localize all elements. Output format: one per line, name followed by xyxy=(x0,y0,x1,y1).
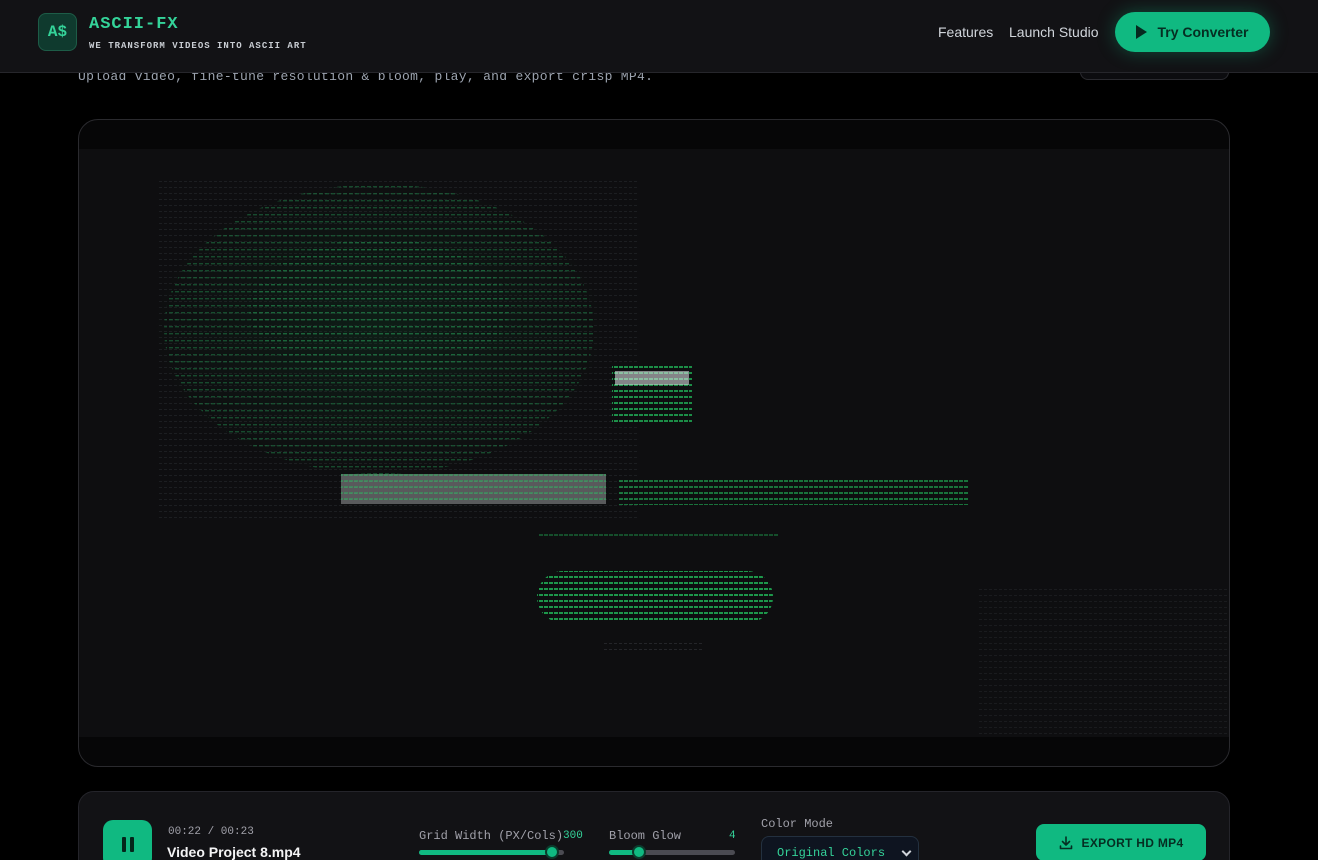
grid-width-label: Grid Width (PX/Cols) xyxy=(419,829,564,843)
color-mode-selected: Original Colors xyxy=(777,846,886,860)
export-mp4-label: EXPORT HD MP4 xyxy=(1081,835,1184,850)
brand-name[interactable]: ASCII-FX xyxy=(89,15,179,34)
video-filename: Video Project 8.mp4 xyxy=(167,844,301,860)
grid-width-value: 300 xyxy=(563,830,583,842)
grid-width-thumb[interactable] xyxy=(545,845,560,859)
ascii-render-layer xyxy=(149,179,1229,737)
color-mode-label: Color Mode xyxy=(761,817,834,831)
ascii-video-frame[interactable] xyxy=(79,149,1229,737)
download-icon xyxy=(1059,835,1072,849)
video-stage[interactable] xyxy=(78,119,1230,767)
logo-badge[interactable]: A$ xyxy=(38,13,77,51)
pause-button[interactable] xyxy=(103,820,152,860)
bloom-glow-value: 4 xyxy=(729,830,736,842)
bloom-glow-label: Bloom Glow xyxy=(609,829,682,843)
nav-link-features[interactable]: Features xyxy=(938,24,993,40)
try-converter-button[interactable]: Try Converter xyxy=(1115,12,1270,52)
export-mp4-button[interactable]: EXPORT HD MP4 xyxy=(1036,824,1206,860)
pause-icon xyxy=(121,836,126,852)
chevron-down-icon xyxy=(901,846,912,857)
top-header: A$ ASCII-FX WE TRANSFORM VIDEOS INTO ASC… xyxy=(0,0,1318,73)
color-mode-select[interactable]: Original Colors xyxy=(761,836,919,860)
bloom-glow-thumb[interactable] xyxy=(632,845,647,859)
playback-time: 00:22 / 00:23 xyxy=(168,826,254,838)
try-converter-label: Try Converter xyxy=(1157,24,1249,40)
grid-width-fill xyxy=(419,850,553,855)
grid-width-slider[interactable] xyxy=(419,845,564,859)
brand-tagline: WE TRANSFORM VIDEOS INTO ASCII ART xyxy=(89,41,307,51)
player-controls: 00:22 / 00:23 Video Project 8.mp4 Grid W… xyxy=(78,791,1230,860)
nav-link-launch-studio[interactable]: Launch Studio xyxy=(1009,24,1099,40)
play-icon xyxy=(1136,25,1148,39)
bloom-glow-slider[interactable] xyxy=(609,845,735,859)
